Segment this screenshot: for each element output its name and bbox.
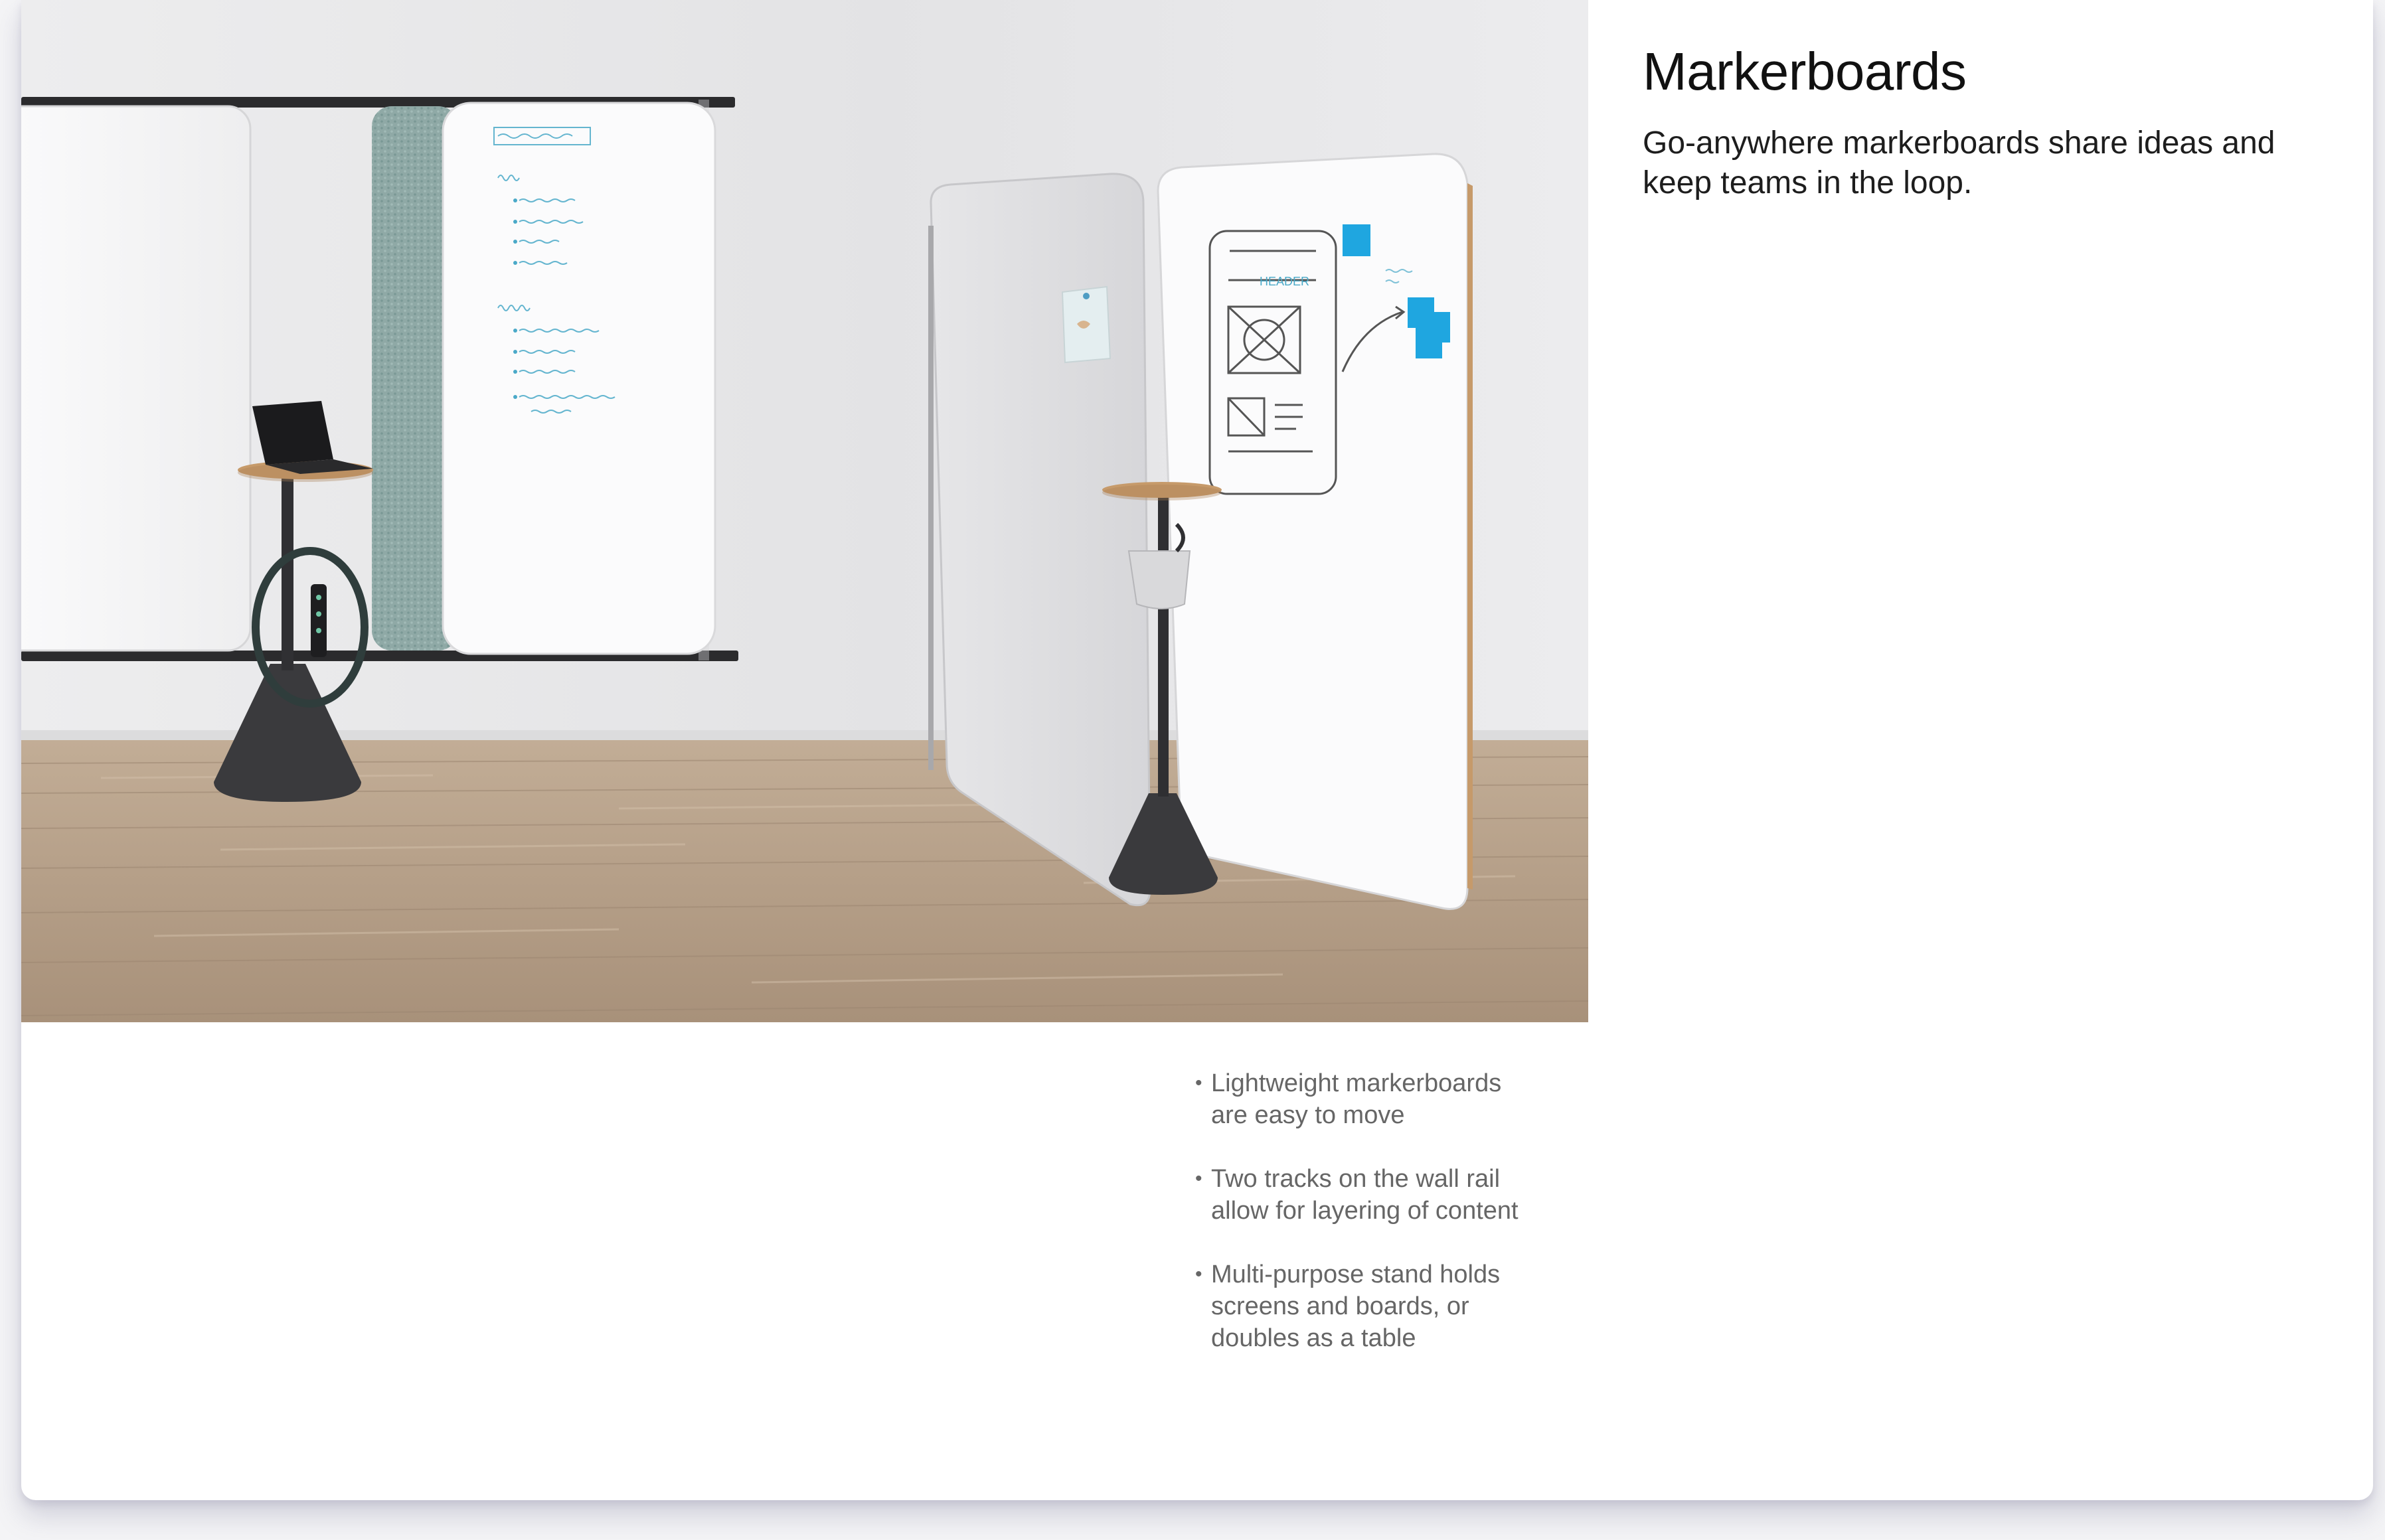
wireframe-label: HEADER [1260, 275, 1309, 288]
list-item-line: Two tracks on the wall rail [1211, 1165, 1501, 1193]
sticky-note [1343, 224, 1370, 256]
wall-markerboard-notes [442, 102, 716, 655]
list-item: • Two tracks on the wall rail allow for … [1195, 1163, 1607, 1227]
list-item-line: allow for layering of content [1211, 1197, 1519, 1225]
wall-markerboard-left [21, 105, 252, 652]
product-card: HEADER Markerboards Go-anywhere markerbo… [21, 0, 2373, 1500]
page-title: Markerboards [1643, 42, 1967, 101]
product-photo: HEADER [21, 0, 1588, 1022]
freestanding-markerboard: HEADER [1157, 153, 1473, 910]
bullet-marker: • [1195, 1072, 1202, 1094]
list-item-line: Multi-purpose stand holds [1211, 1261, 1501, 1288]
list-item: • Multi-purpose stand holds screens and … [1195, 1259, 1607, 1354]
bullet-marker: • [1195, 1168, 1202, 1190]
bullet-marker: • [1195, 1263, 1202, 1285]
list-item-line: doubles as a table [1211, 1324, 1416, 1352]
list-item-line: Lightweight markerboards [1211, 1069, 1502, 1097]
list-item-line: screens and boards, or [1211, 1292, 1469, 1320]
list-item: • Lightweight markerboards are easy to m… [1195, 1067, 1607, 1131]
feature-list: • Lightweight markerboards are easy to m… [1195, 1067, 1607, 1386]
list-item-line: are easy to move [1211, 1101, 1405, 1129]
wall-rail-system [21, 97, 738, 661]
page-subtitle: Go-anywhere markerboards share ideas and… [1643, 125, 2275, 200]
sticky-note [1416, 328, 1442, 358]
